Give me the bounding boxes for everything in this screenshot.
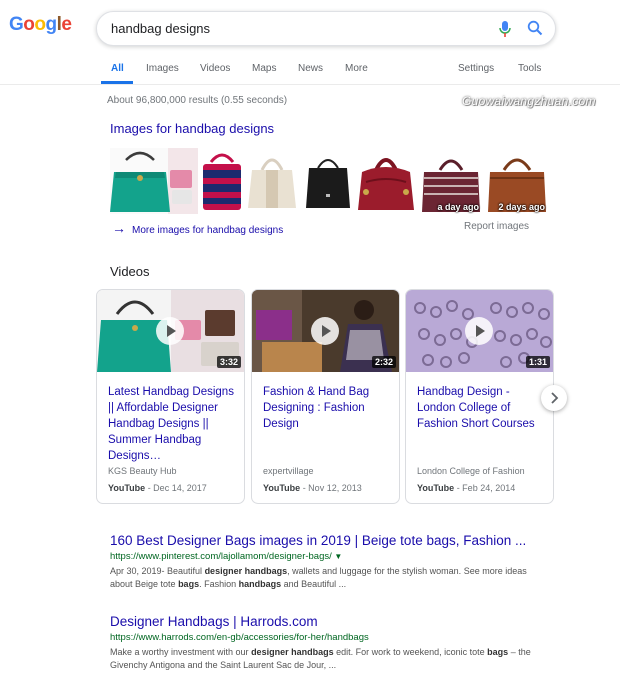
- video-title[interactable]: Latest Handbag Designs || Affordable Des…: [108, 384, 234, 464]
- tab-maps[interactable]: Maps: [252, 63, 276, 74]
- images-section-title[interactable]: Images for handbag designs: [110, 121, 274, 136]
- result-snippet: Make a worthy investment with our design…: [110, 646, 535, 672]
- video-platform: YouTube: [263, 483, 301, 493]
- video-date: - Nov 12, 2013: [302, 483, 362, 493]
- image-thumbnail[interactable]: [110, 148, 198, 214]
- snippet-text: and Beautiful ...: [281, 579, 347, 589]
- image-thumbnail[interactable]: a day ago: [420, 148, 482, 214]
- header-divider: [0, 84, 620, 85]
- video-date: - Feb 24, 2014: [456, 483, 516, 493]
- result-url-text: https://www.pinterest.com/lajollamom/des…: [110, 551, 332, 562]
- video-meta: YouTube - Nov 12, 2013: [263, 483, 362, 493]
- snippet-text: Make a worthy investment with our: [110, 647, 252, 657]
- microphone-icon[interactable]: [497, 20, 513, 38]
- video-duration: 2:32: [371, 356, 396, 368]
- video-meta: YouTube - Dec 14, 2017: [108, 483, 207, 493]
- videos-section-title: Videos: [110, 264, 150, 279]
- video-source: KGS Beauty Hub: [108, 466, 177, 476]
- snippet-text: Apr 30, 2019- Beautiful: [110, 566, 205, 576]
- snippet-highlight: bags: [178, 579, 200, 589]
- image-thumbnail[interactable]: [356, 148, 416, 214]
- watermark: Guowaiwangzhuan.com: [462, 94, 596, 108]
- tab-images[interactable]: Images: [146, 63, 179, 74]
- snippet-highlight: bags: [487, 647, 509, 657]
- video-title[interactable]: Fashion & Hand Bag Designing : Fashion D…: [263, 384, 389, 432]
- video-source: London College of Fashion: [417, 466, 525, 476]
- more-images-link[interactable]: → More images for handbag designs: [112, 220, 283, 236]
- image-thumbnail[interactable]: [304, 148, 352, 214]
- result-stats: About 96,800,000 results (0.55 seconds): [107, 95, 288, 106]
- snippet-highlight: handbags: [238, 579, 282, 589]
- video-platform: YouTube: [417, 483, 455, 493]
- search-result: 160 Best Designer Bags images in 2019 | …: [110, 533, 580, 591]
- more-images-label: More images for handbag designs: [132, 225, 284, 236]
- play-icon: [311, 317, 339, 345]
- video-thumbnail[interactable]: 1:31: [406, 290, 553, 372]
- chevron-right-icon: [551, 392, 559, 404]
- search-input[interactable]: handbag designs: [111, 21, 210, 36]
- dropdown-arrow-icon[interactable]: ▼: [334, 552, 342, 561]
- video-duration: 1:31: [525, 356, 550, 368]
- search-box[interactable]: handbag designs: [96, 11, 556, 46]
- image-thumbnail[interactable]: [246, 148, 298, 214]
- tab-videos[interactable]: Videos: [200, 63, 230, 74]
- tab-tools[interactable]: Tools: [518, 63, 541, 74]
- video-card[interactable]: 1:31 Handbag Design - London College of …: [405, 289, 554, 504]
- video-card[interactable]: 3:32 Latest Handbag Designs || Affordabl…: [96, 289, 245, 504]
- search-icon[interactable]: [527, 20, 543, 36]
- snippet-highlight: designer handbags: [204, 566, 288, 576]
- report-images-link[interactable]: Report images: [464, 221, 529, 232]
- image-thumbnail[interactable]: 2 days ago: [486, 148, 548, 214]
- image-age-badge: a day ago: [437, 202, 479, 212]
- tab-news[interactable]: News: [298, 63, 323, 74]
- video-date: - Dec 14, 2017: [147, 483, 207, 493]
- carousel-next-button[interactable]: [541, 385, 567, 411]
- play-icon: [156, 317, 184, 345]
- result-url[interactable]: https://www.harrods.com/en-gb/accessorie…: [110, 632, 580, 643]
- video-thumbnail[interactable]: 3:32: [97, 290, 244, 372]
- play-icon: [465, 317, 493, 345]
- video-card[interactable]: 2:32 Fashion & Hand Bag Designing : Fash…: [251, 289, 400, 504]
- tab-all[interactable]: All: [111, 63, 124, 74]
- video-duration: 3:32: [216, 356, 241, 368]
- result-snippet: Apr 30, 2019- Beautiful designer handbag…: [110, 565, 535, 591]
- video-source: expertvillage: [263, 466, 314, 476]
- video-thumbnail[interactable]: 2:32: [252, 290, 399, 372]
- video-title[interactable]: Handbag Design - London College of Fashi…: [417, 384, 543, 432]
- snippet-highlight: designer handbags: [251, 647, 334, 657]
- search-result: Designer Handbags | Harrods.com https://…: [110, 614, 580, 672]
- image-thumbnail[interactable]: [201, 148, 243, 214]
- snippet-text: . Fashion: [199, 579, 239, 589]
- snippet-text: edit. For work to weekend, iconic tote: [333, 647, 488, 657]
- video-platform: YouTube: [108, 483, 146, 493]
- tab-settings[interactable]: Settings: [458, 63, 494, 74]
- result-title-link[interactable]: Designer Handbags | Harrods.com: [110, 614, 580, 629]
- result-title-link[interactable]: 160 Best Designer Bags images in 2019 | …: [110, 533, 580, 548]
- google-logo[interactable]: Google: [9, 14, 72, 36]
- result-url[interactable]: https://www.pinterest.com/lajollamom/des…: [110, 551, 580, 562]
- arrow-right-icon: →: [112, 220, 126, 236]
- tab-more[interactable]: More: [345, 63, 368, 74]
- image-age-badge: 2 days ago: [498, 202, 545, 212]
- video-meta: YouTube - Feb 24, 2014: [417, 483, 515, 493]
